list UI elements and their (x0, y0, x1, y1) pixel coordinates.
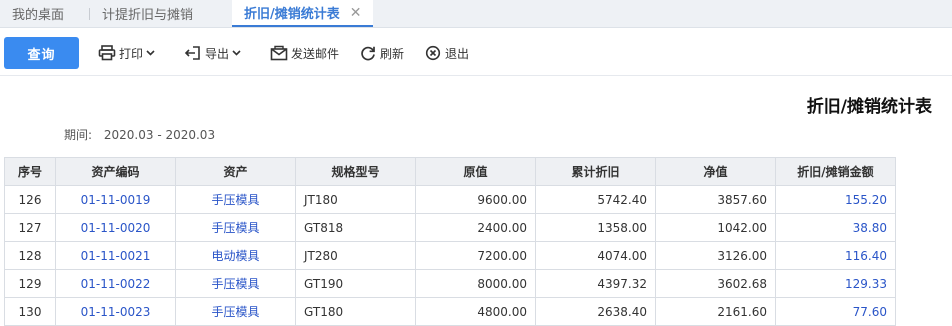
period-value: 2020.03 - 2020.03 (103, 128, 216, 142)
close-icon[interactable]: ✕ (350, 5, 362, 21)
chevron-down-icon (232, 50, 241, 56)
col-header-asset[interactable]: 资产 (175, 157, 296, 186)
printer-icon (98, 45, 116, 61)
cell-depreciation-amount-link[interactable]: 155.20 (775, 185, 896, 214)
table-row: 129 01-11-0022 手压模具 GT190 8000.00 4397.3… (4, 269, 896, 298)
cell-spec: GT190 (295, 269, 416, 298)
col-header-original-value[interactable]: 原值 (415, 157, 536, 186)
col-header-index[interactable]: 序号 (4, 157, 56, 186)
cell-accumulated-depreciation: 5742.40 (535, 185, 656, 214)
col-header-depreciation-amount[interactable]: 折旧/摊销金额 (775, 157, 896, 186)
period-info: 期间: 2020.03 - 2020.03 (64, 126, 215, 143)
cell-spec: GT180 (295, 297, 416, 326)
cell-depreciation-amount-link[interactable]: 77.60 (775, 297, 896, 326)
cell-spec: JT180 (295, 185, 416, 214)
cell-net-value: 1042.00 (655, 213, 776, 242)
cell-asset-code-link[interactable]: 01-11-0022 (55, 269, 176, 298)
cell-depreciation-amount-link[interactable]: 116.40 (775, 241, 896, 270)
col-header-spec[interactable]: 规格型号 (295, 157, 416, 186)
cell-asset-code-link[interactable]: 01-11-0023 (55, 297, 176, 326)
close-circle-icon (425, 45, 441, 61)
cell-index: 129 (4, 269, 56, 298)
cell-net-value: 3126.00 (655, 241, 776, 270)
send-email-button[interactable]: 发送邮件 (270, 43, 339, 63)
chevron-down-icon (146, 50, 155, 56)
cell-asset-code-link[interactable]: 01-11-0021 (55, 241, 176, 270)
cell-accumulated-depreciation: 4074.00 (535, 241, 656, 270)
cell-index: 130 (4, 297, 56, 326)
cell-depreciation-amount-link[interactable]: 38.80 (775, 213, 896, 242)
cell-spec: GT818 (295, 213, 416, 242)
tab-bar: 我的桌面 计提折旧与摊销 折旧/摊销统计表 ✕ (0, 0, 952, 28)
col-header-asset-code[interactable]: 资产编码 (55, 157, 176, 186)
report-title: 折旧/摊销统计表 (806, 97, 932, 117)
table-row: 126 01-11-0019 手压模具 JT180 9600.00 5742.4… (4, 185, 896, 214)
tab-label: 折旧/摊销统计表 (244, 7, 340, 22)
tab-label: 计提折旧与摊销 (102, 8, 194, 23)
cell-asset-link[interactable]: 手压模具 (175, 297, 296, 326)
cell-depreciation-amount-link[interactable]: 129.33 (775, 269, 896, 298)
cell-asset-link[interactable]: 手压模具 (175, 185, 296, 214)
exit-button[interactable]: 退出 (424, 43, 469, 63)
print-button[interactable]: 打印 (98, 43, 158, 63)
cell-net-value: 3857.60 (655, 185, 776, 214)
cell-accumulated-depreciation: 2638.40 (535, 297, 656, 326)
depreciation-table: 序号 资产编码 资产 规格型号 原值 累计折旧 净值 折旧/摊销金额 126 0… (4, 157, 896, 326)
refresh-icon (361, 46, 375, 61)
print-label: 打印 (119, 46, 144, 61)
col-header-net-value[interactable]: 净值 (655, 157, 776, 186)
cell-asset-code-link[interactable]: 01-11-0020 (55, 213, 176, 242)
period-label: 期间: (64, 128, 93, 142)
export-icon (184, 46, 200, 60)
cell-asset-link[interactable]: 手压模具 (175, 269, 296, 298)
table-row: 130 01-11-0023 手压模具 GT180 4800.00 2638.4… (4, 297, 896, 326)
tab-depreciation-amortization[interactable]: 计提折旧与摊销 (90, 0, 228, 27)
table-header-row: 序号 资产编码 资产 规格型号 原值 累计折旧 净值 折旧/摊销金额 (4, 157, 896, 186)
cell-asset-code-link[interactable]: 01-11-0019 (55, 185, 176, 214)
tab-depreciation-report[interactable]: 折旧/摊销统计表 ✕ (232, 0, 374, 27)
exit-label: 退出 (445, 46, 470, 61)
table-row: 128 01-11-0021 电动模具 JT280 7200.00 4074.0… (4, 241, 896, 270)
cell-accumulated-depreciation: 1358.00 (535, 213, 656, 242)
refresh-label: 刷新 (380, 46, 405, 61)
cell-spec: JT280 (295, 241, 416, 270)
col-header-accumulated-depreciation[interactable]: 累计折旧 (535, 157, 656, 186)
cell-index: 126 (4, 185, 56, 214)
refresh-button[interactable]: 刷新 (359, 43, 404, 63)
cell-asset-link[interactable]: 手压模具 (175, 213, 296, 242)
cell-original-value: 4800.00 (415, 297, 536, 326)
cell-original-value: 7200.00 (415, 241, 536, 270)
tab-label: 我的桌面 (12, 8, 65, 23)
cell-original-value: 8000.00 (415, 269, 536, 298)
cell-index: 127 (4, 213, 56, 242)
cell-index: 128 (4, 241, 56, 270)
email-icon (270, 45, 288, 61)
cell-net-value: 3602.68 (655, 269, 776, 298)
send-email-label: 发送邮件 (291, 46, 340, 61)
cell-asset-link[interactable]: 电动模具 (175, 241, 296, 270)
cell-original-value: 9600.00 (415, 185, 536, 214)
cell-original-value: 2400.00 (415, 213, 536, 242)
cell-accumulated-depreciation: 4397.32 (535, 269, 656, 298)
cell-net-value: 2161.60 (655, 297, 776, 326)
table-row: 127 01-11-0020 手压模具 GT818 2400.00 1358.0… (4, 213, 896, 242)
tab-my-desktop[interactable]: 我的桌面 (0, 0, 90, 27)
export-label: 导出 (205, 46, 230, 61)
export-button[interactable]: 导出 (184, 43, 244, 63)
query-button[interactable]: 查询 (4, 37, 79, 69)
